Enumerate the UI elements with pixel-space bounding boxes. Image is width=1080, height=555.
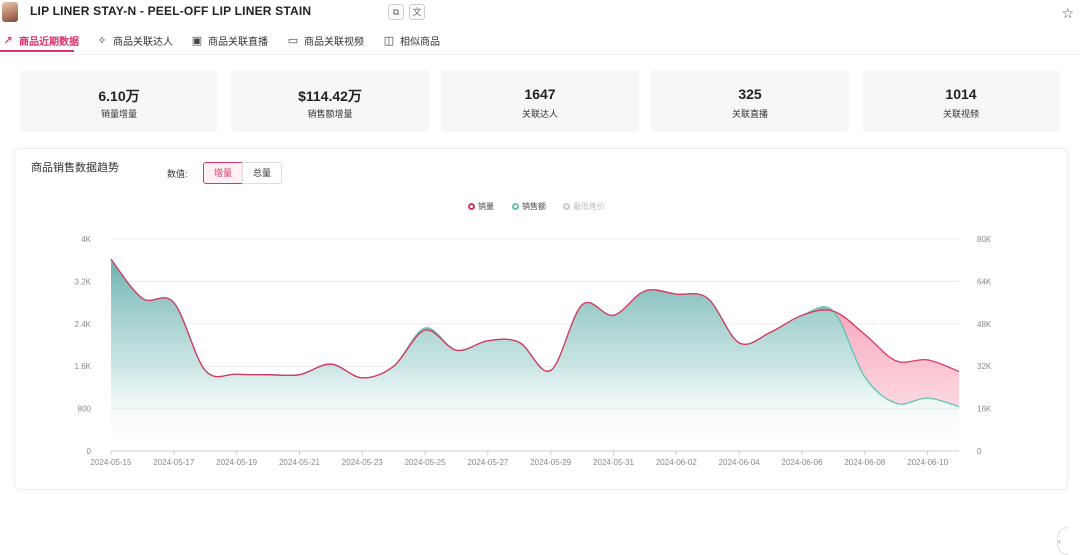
y-left-tick-label: 1.6K <box>75 362 92 371</box>
influencer-icon: ✧ <box>97 35 107 47</box>
x-tick-label: 2024-06-10 <box>907 458 948 467</box>
x-tick-label: 2024-05-17 <box>153 458 194 467</box>
stat-card-related-influencers: 1647 关联达人 <box>441 70 639 132</box>
y-right-tick-label: 32K <box>977 362 992 371</box>
sales-trend-chart: 0 800 1.6K 2.4K 3.2K 4K 0 16K 32K 48K 64K 80K 2024-0… <box>75 235 992 467</box>
y-left-tick-label: 800 <box>78 405 92 414</box>
stat-label: 关联直播 <box>731 109 768 119</box>
stat-value: $114.42万 <box>298 88 362 104</box>
product-header: LIP LINER STAY-N - PEEL-OFF LIP LINER ST… <box>0 0 1080 28</box>
tab-bar: ↗ 商品近期数据 ✧ 商品关联达人 ▣ 商品关联直播 ▭ 商品关联视频 ◫ 相似… <box>0 28 1080 55</box>
stat-label: 关联视频 <box>942 109 979 119</box>
y-left-tick-label: 2.4K <box>75 320 92 329</box>
stat-card-revenue-increment: $114.42万 销售额增量 <box>231 70 429 132</box>
stat-label: 关联达人 <box>521 109 558 119</box>
y-right-tick-label: 80K <box>977 235 992 244</box>
sales-trend-panel: 商品销售数据趋势 数值: 增量 总量 销量 销售额 最低售价 0 800 1.6K 2… <box>14 148 1068 555</box>
side-expand-button[interactable]: ‹ <box>1057 527 1068 555</box>
live-icon: ▣ <box>191 35 203 47</box>
y-right-tick-label: 64K <box>977 277 992 286</box>
y-right-tick-label: 48K <box>977 320 992 329</box>
tab-related-videos[interactable]: ▭ 商品关联视频 <box>287 33 364 48</box>
y-left-tick-label: 0 <box>87 447 92 456</box>
x-tick-label: 2024-06-02 <box>656 458 697 467</box>
y-left-tick-label: 3.2K <box>75 277 92 286</box>
tab-related-live[interactable]: ▣ 商品关联直播 <box>191 33 268 48</box>
y-left-tick-label: 4K <box>81 235 91 244</box>
x-tick-label: 2024-05-27 <box>467 458 508 467</box>
x-tick-label: 2024-05-21 <box>279 458 320 467</box>
tab-similar-products[interactable]: ◫ 相似商品 <box>383 33 440 48</box>
stat-value: 325 <box>738 86 762 102</box>
stat-label: 销量增量 <box>100 109 137 119</box>
copy-icon[interactable]: ⧉ <box>388 4 404 20</box>
stat-card-sales-increment: 6.10万 销量增量 <box>20 70 218 132</box>
revenue-area <box>111 260 959 451</box>
product-thumbnail[interactable] <box>2 2 18 22</box>
x-tick-label: 2024-06-04 <box>719 458 760 467</box>
x-tick-label: 2024-06-08 <box>844 458 885 467</box>
y-right-tick-label: 16K <box>977 405 992 414</box>
stat-label: 销售额增量 <box>307 109 353 119</box>
favorite-star-icon[interactable]: ☆ <box>1061 5 1074 22</box>
video-icon: ▭ <box>287 35 299 47</box>
y-right-tick-label: 0 <box>977 447 982 456</box>
active-tab-indicator <box>0 50 74 52</box>
stat-value: 6.10万 <box>98 88 140 104</box>
stat-value: 1014 <box>945 86 977 102</box>
trend-icon: ↗ <box>3 35 13 47</box>
stat-card-related-videos: 1014 关联视频 <box>862 70 1060 132</box>
x-tick-label: 2024-05-29 <box>530 458 571 467</box>
x-tick-label: 2024-05-25 <box>405 458 446 467</box>
x-tick-label: 2024-06-06 <box>782 458 823 467</box>
x-tick-label: 2024-05-15 <box>91 458 132 467</box>
x-tick-label: 2024-05-23 <box>342 458 383 467</box>
tab-recent-data[interactable]: ↗ 商品近期数据 <box>2 33 79 48</box>
x-tick-label: 2024-05-19 <box>216 458 257 467</box>
stat-card-related-live: 325 关联直播 <box>651 70 849 132</box>
similar-icon: ◫ <box>383 35 395 47</box>
translate-icon[interactable]: 文 <box>409 4 425 20</box>
stat-value: 1647 <box>524 86 556 102</box>
tab-related-influencers[interactable]: ✧ 商品关联达人 <box>96 33 173 48</box>
x-tick-label: 2024-05-31 <box>593 458 634 467</box>
product-title: LIP LINER STAY-N - PEEL-OFF LIP LINER ST… <box>30 4 312 18</box>
